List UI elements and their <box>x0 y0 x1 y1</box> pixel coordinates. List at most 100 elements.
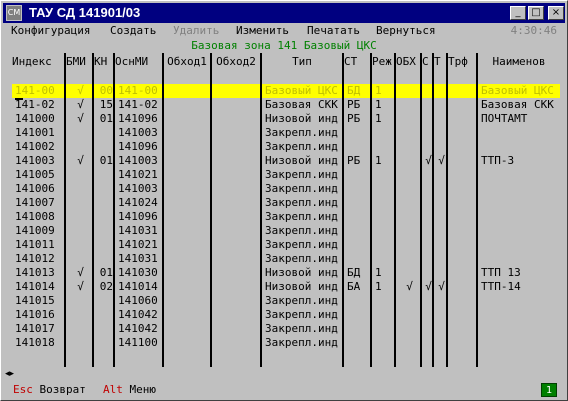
header-trf[interactable]: Трф <box>448 53 476 70</box>
cell-c <box>425 140 432 154</box>
cell-kn <box>97 294 113 308</box>
cell-st <box>347 238 370 252</box>
close-button[interactable]: × <box>548 6 564 20</box>
cell-trf <box>451 140 476 154</box>
cell-kn <box>97 322 113 336</box>
cell-mode <box>375 168 394 182</box>
header-osnmi[interactable]: ОснМИ <box>115 53 162 70</box>
cell-bmi <box>69 126 92 140</box>
cell-kn <box>97 168 113 182</box>
hotkey-alt[interactable]: Alt Меню <box>103 382 156 398</box>
cell-trf <box>451 182 476 196</box>
header-st[interactable]: СТ <box>344 53 370 70</box>
table-row[interactable]: 141005 141021 Закрепл.инд <box>12 168 560 182</box>
menu-create[interactable]: Создать <box>110 23 156 39</box>
cell-mode <box>375 140 394 154</box>
terminal-icon[interactable]: CM <box>6 5 22 21</box>
cell-bypass1 <box>167 280 210 294</box>
header-name[interactable]: Наименов <box>478 53 560 70</box>
header-t[interactable]: Т <box>434 53 446 70</box>
cell-mode <box>375 224 394 238</box>
cell-name <box>481 182 560 196</box>
cell-type: Закрепл.инд <box>265 210 338 223</box>
cell-name <box>481 126 560 140</box>
scroll-left-icon[interactable]: ◂▸ <box>3 368 16 381</box>
header-index[interactable]: Индекс <box>12 53 64 70</box>
table-row[interactable]: 141016 141042 Закрепл.инд <box>12 308 560 322</box>
header-bmi[interactable]: БМИ <box>66 53 92 70</box>
cell-c <box>425 266 432 280</box>
header-mode[interactable]: Реж <box>372 53 394 70</box>
cell-mode <box>375 210 394 224</box>
cell-bypass1 <box>167 294 210 308</box>
header-obh[interactable]: ОБХ <box>396 53 420 70</box>
menu-return[interactable]: Вернуться <box>376 23 436 39</box>
table-row[interactable]: 141-02 √ 15 141-02 Базовая СКК РБ 1 Базовая СКК <box>12 98 560 112</box>
cell-osnmi: 141003 <box>118 154 158 167</box>
menu-edit[interactable]: Изменить <box>236 23 289 39</box>
cell-bmi <box>69 224 92 238</box>
cell-kn <box>97 224 113 238</box>
table-row[interactable]: 141000 √ 01 141096 Низовой инд РБ 1 ПОЧТАМТ <box>12 112 560 126</box>
table-row[interactable]: 141015 141060 Закрепл.инд <box>12 294 560 308</box>
header-bypass2[interactable]: Обход2 <box>212 53 260 70</box>
cell-trf <box>451 322 476 336</box>
cell-obh <box>399 98 420 112</box>
cell-type: Базовый ЦКС <box>262 84 342 98</box>
cell-type: Закрепл.инд <box>265 252 338 265</box>
cell-bypass2 <box>215 112 260 126</box>
table-row[interactable]: 141006 141003 Закрепл.инд <box>12 182 560 196</box>
cell-t <box>437 224 446 238</box>
cell-c <box>425 168 432 182</box>
table-row[interactable]: 141002 141096 Закрепл.инд <box>12 140 560 154</box>
cell-name: Базовая СКК <box>481 98 554 111</box>
cell-bmi <box>69 196 92 210</box>
menu-configuration[interactable]: Конфигурация <box>11 23 90 39</box>
cell-bypass1 <box>167 224 210 238</box>
cell-trf <box>451 210 476 224</box>
cell-index: 141008 <box>15 210 55 223</box>
cell-mode <box>375 182 394 196</box>
table-row[interactable]: 141001 141003 Закрепл.инд <box>12 126 560 140</box>
data-grid[interactable]: Индекс БМИ КН ОснМИ Обход1 Обход2 Тип СТ Реж ОБХ С… <box>12 53 560 367</box>
horizontal-scrollbar[interactable]: ◂▸ <box>3 368 565 381</box>
cell-t <box>437 210 446 224</box>
close-icon: × <box>551 7 561 18</box>
cell-osnmi: 141096 <box>118 140 158 153</box>
cell-osnmi: 141-00 <box>115 84 162 98</box>
cell-st: БА <box>347 280 361 293</box>
table-row-selected[interactable]: 141-00 √ 00 141-00 Базовый ЦКС БД 1 Базовый ЦКС <box>12 84 560 98</box>
cell-st: РБ <box>347 154 361 167</box>
maximize-button[interactable]: □ <box>528 6 544 20</box>
table-row[interactable]: 141008 141096 Закрепл.инд <box>12 210 560 224</box>
cell-st <box>347 196 370 210</box>
table-row[interactable]: 141014 √ 02 141014 Низовой инд БА 1 √ √ √ ТТП-14 <box>12 280 560 294</box>
title-bar[interactable]: CM ТАУ СД 141901/03 _ □ × <box>3 3 565 23</box>
table-row[interactable]: 141018 141100 Закрепл.инд <box>12 336 560 350</box>
cell-t <box>437 98 446 112</box>
table-row[interactable]: 141017 141042 Закрепл.инд <box>12 322 560 336</box>
cell-name: ТТП-3 <box>481 154 515 167</box>
hotkey-esc[interactable]: Esc Возврат <box>13 382 86 398</box>
table-row[interactable]: 141011 141021 Закрепл.инд <box>12 238 560 252</box>
zone-title: Базовая зона 141 Базовый ЦКС <box>191 39 377 52</box>
cell-kn: 02 <box>99 280 113 293</box>
table-row[interactable]: 141003 √ 01 141003 Низовой инд РБ 1 √ √ ТТП-3 <box>12 154 560 168</box>
cell-obh <box>399 336 420 350</box>
header-c[interactable]: С <box>422 53 432 70</box>
menu-print[interactable]: Печатать <box>307 23 360 39</box>
header-type[interactable]: Тип <box>262 53 342 70</box>
table-row[interactable]: 141007 141024 Закрепл.инд <box>12 196 560 210</box>
minimize-button[interactable]: _ <box>510 6 526 20</box>
cell-osnmi: 141030 <box>118 266 158 279</box>
table-row[interactable]: 141013 √ 01 141030 Низовой инд БД 1 ТТП 13 <box>12 266 560 280</box>
table-row[interactable]: 141009 141031 Закрепл.инд <box>12 224 560 238</box>
header-kn[interactable]: КН <box>94 53 113 70</box>
header-bypass1[interactable]: Обход1 <box>164 53 210 70</box>
cell-name: ТТП 13 <box>481 266 521 279</box>
cell-bypass1 <box>167 140 210 154</box>
table-row[interactable]: 141012 141031 Закрепл.инд <box>12 252 560 266</box>
cell-index: 141015 <box>15 294 55 307</box>
cell-st <box>347 126 370 140</box>
cell-mode: 1 <box>375 280 382 293</box>
